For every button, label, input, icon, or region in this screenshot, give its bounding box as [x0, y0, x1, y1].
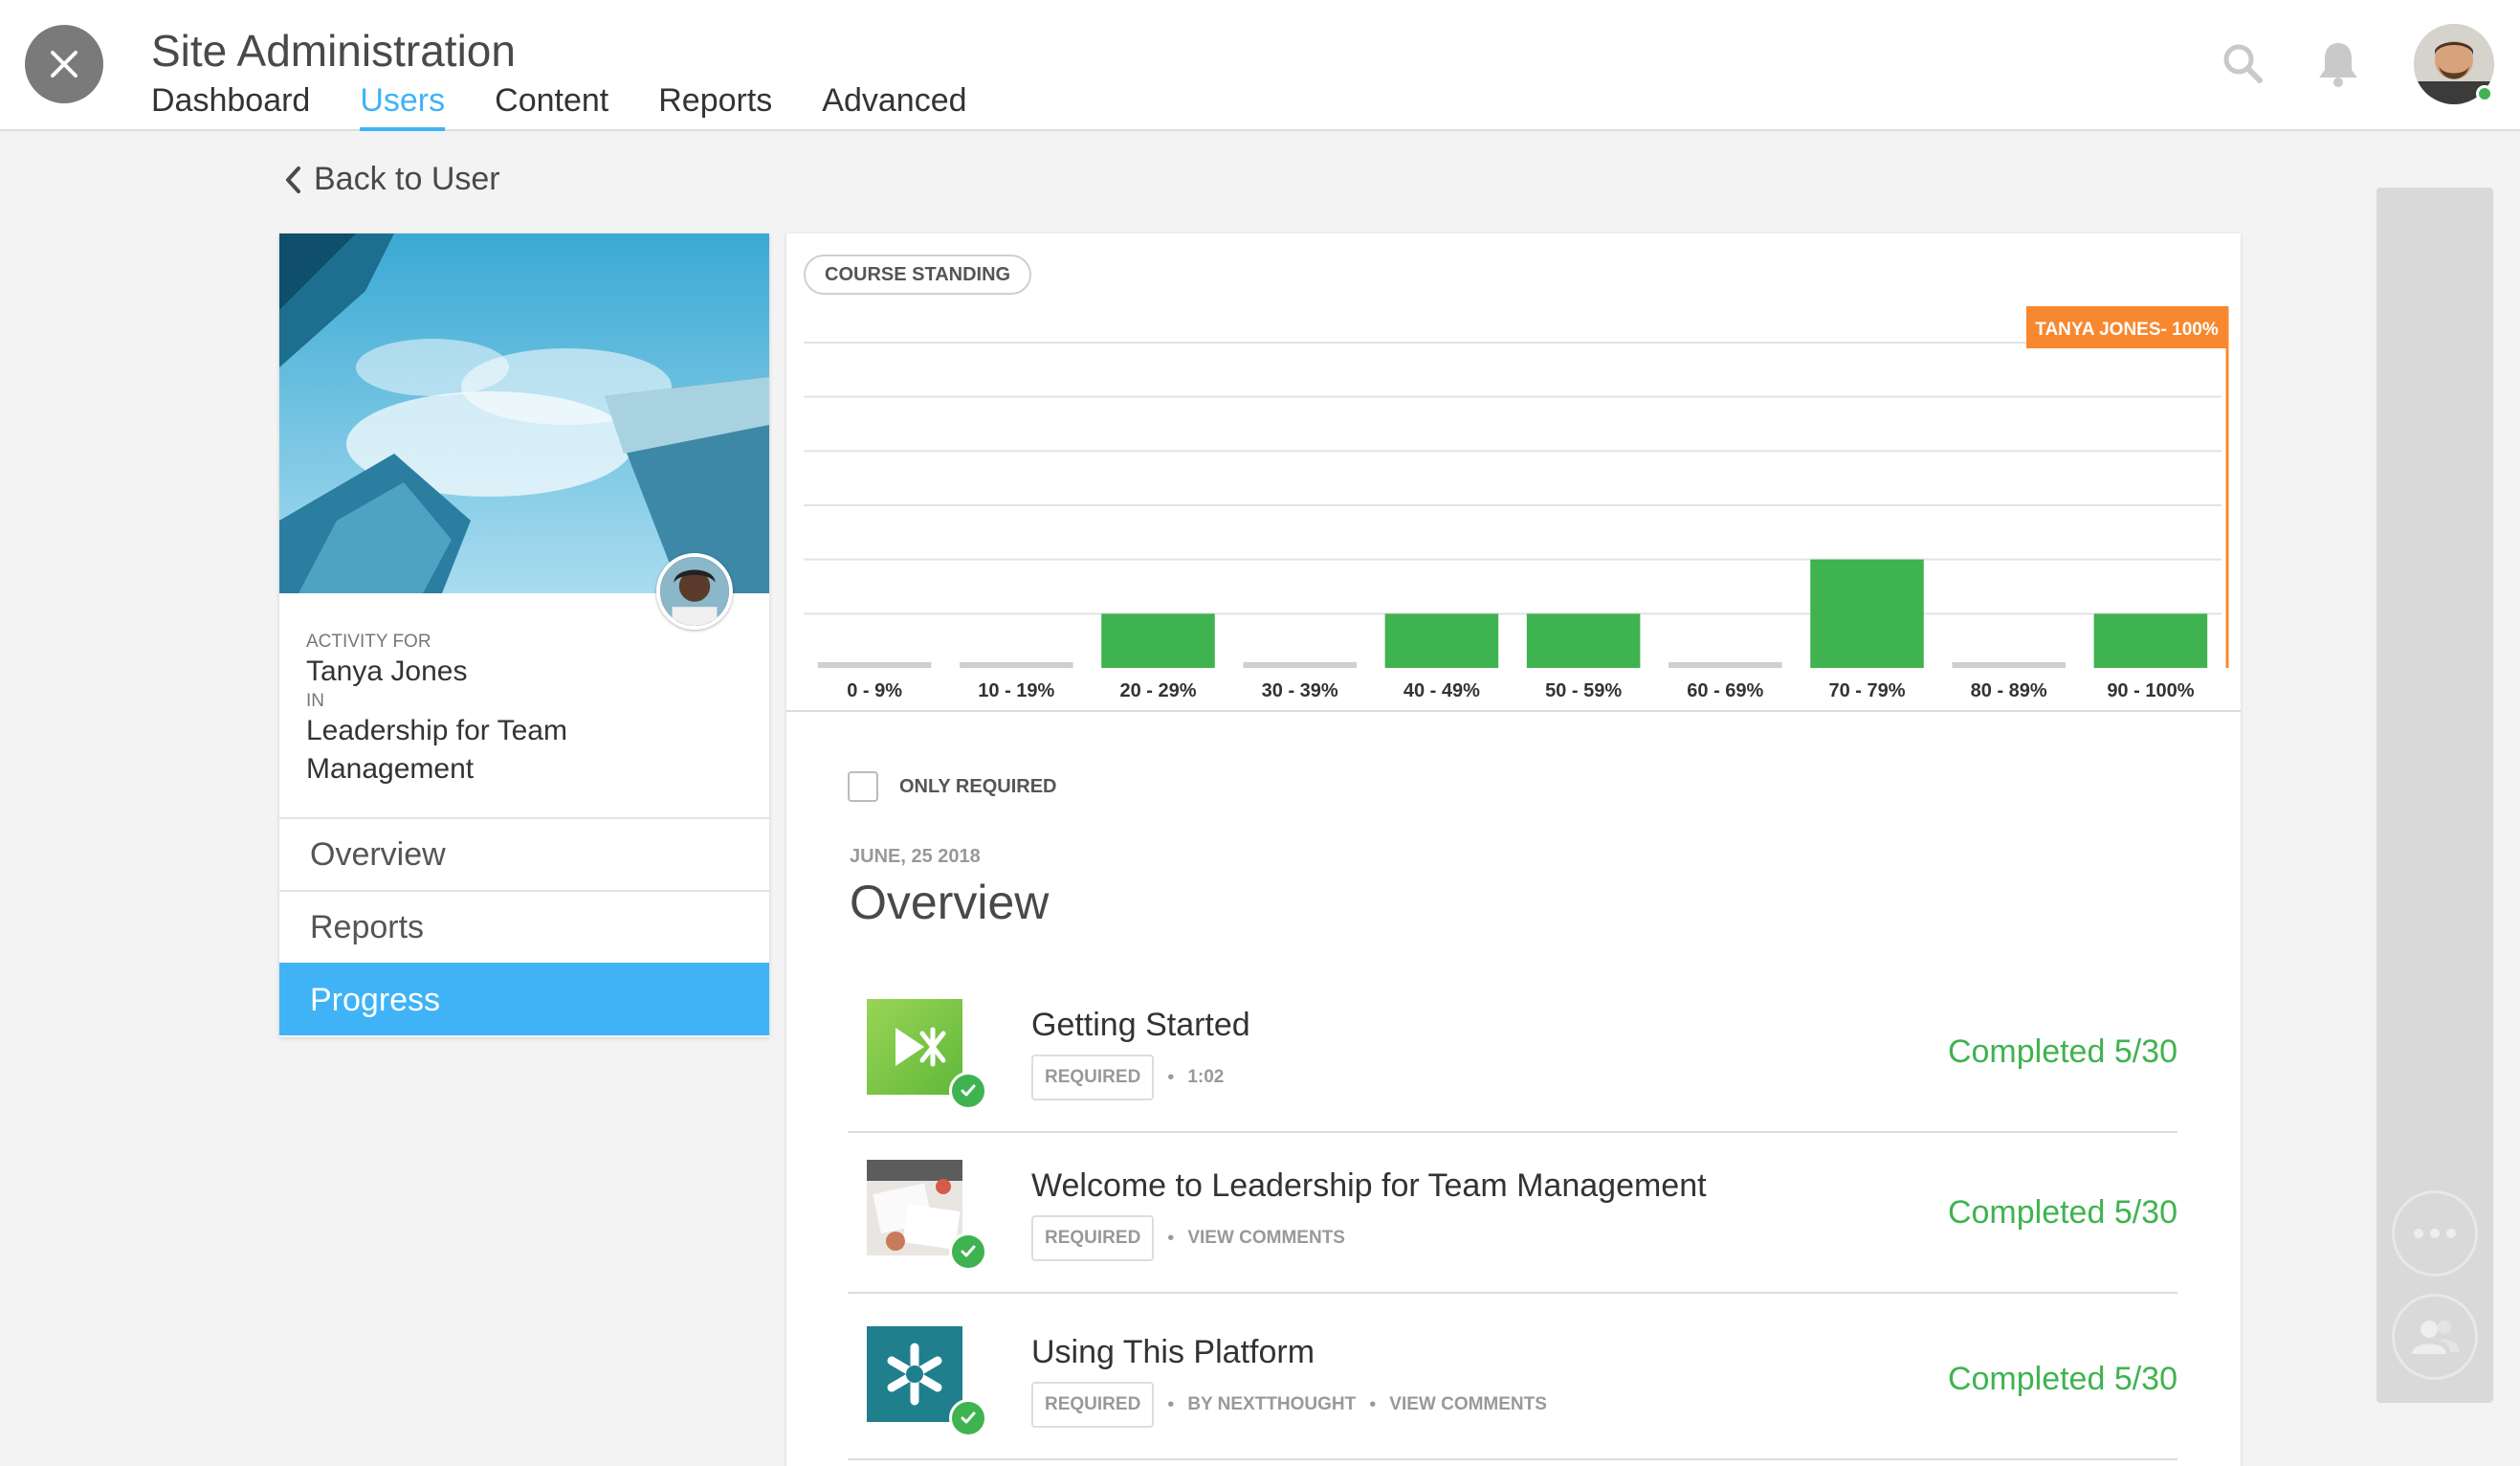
view-comments-link[interactable]: VIEW COMMENTS	[1187, 1228, 1345, 1249]
meta-separator: •	[1167, 1066, 1175, 1088]
chart-bar-empty[interactable]	[1669, 662, 1782, 668]
item-meta: REQUIRED • VIEW COMMENTS	[1031, 1215, 1345, 1261]
side-menu: Overview Reports Progress	[279, 817, 769, 1035]
chart-bar[interactable]	[2093, 613, 2208, 668]
course-standing-pill[interactable]: COURSE STANDING	[804, 255, 1032, 295]
list-item[interactable]: Welcome to Leadership for Team Managemen…	[848, 1133, 2177, 1294]
list-item[interactable]: Getting Started REQUIRED • 1:02 Complete…	[848, 972, 2177, 1133]
activity-for-label: ACTIVITY FOR	[306, 632, 431, 652]
chart-divider	[786, 710, 2241, 712]
only-required-checkbox[interactable]	[848, 771, 878, 802]
reading-image	[867, 1160, 962, 1255]
platform-logo-icon	[867, 1326, 962, 1422]
completion-status: Completed 5/30	[1947, 1361, 2177, 1397]
section-title: Overview	[850, 876, 1050, 929]
learner-avatar[interactable]	[656, 553, 733, 630]
item-duration: 1:02	[1187, 1067, 1225, 1087]
chart-bar[interactable]	[1101, 613, 1215, 668]
more-icon	[2414, 1229, 2456, 1238]
item-author: BY NEXTTHOUGHT	[1187, 1394, 1357, 1414]
chart-bar-empty[interactable]	[1243, 662, 1357, 668]
learner-name: Tanya Jones	[306, 655, 468, 687]
tab-advanced[interactable]: Advanced	[822, 82, 966, 131]
video-icon	[867, 999, 962, 1095]
completed-check-icon	[949, 1233, 987, 1271]
right-rail	[2376, 188, 2493, 1403]
tab-dashboard[interactable]: Dashboard	[151, 82, 310, 131]
side-menu-overview[interactable]: Overview	[279, 817, 769, 890]
video-thumbnail	[867, 999, 962, 1095]
contacts-button[interactable]	[2392, 1294, 2478, 1380]
completed-check-icon	[949, 1072, 987, 1110]
search-button[interactable]	[2214, 34, 2271, 92]
course-name: Leadership for Team Management	[306, 715, 567, 785]
learner-avatar-image	[660, 557, 729, 626]
tab-content[interactable]: Content	[495, 82, 608, 131]
chart-bar-empty[interactable]	[817, 662, 932, 668]
required-badge: REQUIRED	[1031, 1055, 1155, 1100]
course-standing-chart: 0 - 9% 10 - 19% 20 - 29% 30 - 39% 40 - 49% 50…	[804, 306, 2229, 701]
close-button[interactable]	[25, 25, 103, 103]
chart-tick-label: 60 - 69%	[1687, 680, 1763, 701]
only-required-filter[interactable]: ONLY REQUIRED	[848, 771, 1056, 802]
progress-panel: 0 - 9% 10 - 19% 20 - 29% 30 - 39% 40 - 49% 50…	[786, 233, 2241, 1466]
tab-reports[interactable]: Reports	[658, 82, 772, 131]
chart-bar[interactable]	[1810, 559, 1924, 668]
online-status-indicator	[2476, 85, 2493, 102]
chart-tick-label: 50 - 59%	[1545, 680, 1622, 701]
chart-bar[interactable]	[1384, 613, 1499, 668]
meta-separator: •	[1167, 1227, 1175, 1249]
skyscrapers-image	[279, 233, 769, 593]
completed-check-icon	[949, 1399, 987, 1437]
meta-separator: •	[1167, 1393, 1175, 1415]
chevron-left-icon	[286, 166, 300, 193]
item-meta: REQUIRED • BY NEXTTHOUGHT • VIEW COMMENT…	[1031, 1382, 1547, 1428]
back-link-label: Back to User	[314, 161, 500, 197]
learner-marker-label: TANYA JONES- 100%	[2035, 320, 2219, 340]
page-title: Site Administration	[151, 26, 516, 76]
back-to-user-link[interactable]: Back to User	[283, 161, 500, 198]
more-options-button[interactable]	[2392, 1190, 2478, 1277]
view-comments-link[interactable]: VIEW COMMENTS	[1389, 1394, 1547, 1415]
item-title[interactable]: Welcome to Leadership for Team Managemen…	[1031, 1167, 1707, 1205]
activity-card: ACTIVITY FOR Tanya Jones IN Leadership f…	[279, 233, 769, 1037]
completion-status: Completed 5/30	[1947, 1033, 2177, 1070]
chart-tick-label: 80 - 89%	[1971, 680, 2047, 701]
chart-tick-label: 20 - 29%	[1119, 680, 1196, 701]
only-required-label: ONLY REQUIRED	[899, 775, 1057, 797]
meta-separator: •	[1369, 1393, 1377, 1415]
search-icon	[2223, 44, 2263, 83]
course-hero-image	[279, 233, 769, 593]
chart-tick-label: 30 - 39%	[1262, 680, 1338, 701]
chart-bar-empty[interactable]	[960, 662, 1073, 668]
required-badge: REQUIRED	[1031, 1215, 1155, 1261]
side-menu-reports[interactable]: Reports	[279, 890, 769, 963]
list-item[interactable]: Using This Platform REQUIRED • BY NEXTTH…	[848, 1299, 2177, 1460]
chart-bar-empty[interactable]	[1952, 662, 2066, 668]
required-badge: REQUIRED	[1031, 1382, 1155, 1428]
section-date: JUNE, 25 2018	[850, 846, 981, 867]
top-header: Site Administration Dashboard Users Cont…	[0, 0, 2520, 131]
chart-tick-label: 40 - 49%	[1404, 680, 1480, 701]
people-icon	[2412, 1321, 2460, 1354]
notifications-button[interactable]	[2310, 34, 2367, 92]
bell-icon	[2319, 43, 2357, 87]
chart-tick-label: 10 - 19%	[978, 680, 1054, 701]
in-label: IN	[306, 691, 324, 711]
chart-bar[interactable]	[1526, 613, 1641, 668]
close-icon	[51, 51, 77, 78]
item-title[interactable]: Getting Started	[1031, 1007, 1250, 1044]
item-meta: REQUIRED • 1:02	[1031, 1055, 1224, 1100]
side-menu-progress[interactable]: Progress	[279, 963, 769, 1035]
chart-tick-label: 90 - 100%	[2107, 680, 2194, 701]
chart-tick-label: 70 - 79%	[1828, 680, 1905, 701]
completion-status: Completed 5/30	[1947, 1194, 2177, 1231]
chart-tick-label: 0 - 9%	[847, 680, 902, 701]
item-title[interactable]: Using This Platform	[1031, 1334, 1315, 1371]
main-nav: Dashboard Users Content Reports Advanced	[151, 82, 1017, 131]
activity-meta: ACTIVITY FOR Tanya Jones IN Leadership f…	[306, 632, 727, 789]
tab-users[interactable]: Users	[360, 82, 446, 131]
reading-thumbnail	[867, 1160, 962, 1255]
platform-thumbnail	[867, 1326, 962, 1422]
